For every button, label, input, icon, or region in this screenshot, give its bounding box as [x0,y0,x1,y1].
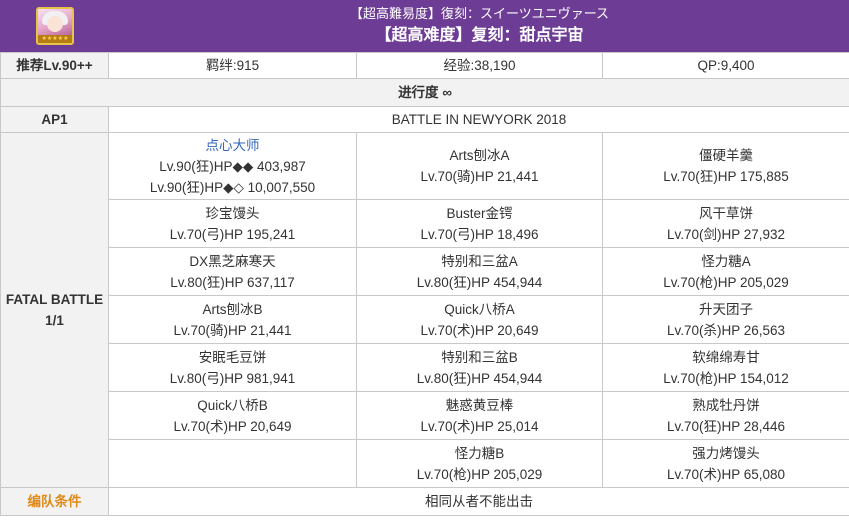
enemy-name: Arts刨冰A [449,148,510,163]
fatal-battle-title: FATAL BATTLE [5,292,104,307]
enemy-hp: Lv.70(弓)HP 18,496 [420,226,539,242]
enemy-cell: 特别和三盆A Lv.80(狂)HP 454,944 [356,247,603,296]
enemy-cell: 风干草饼 Lv.70(剑)HP 27,932 [602,199,849,248]
progress-row: 进行度 ∞ [0,78,849,107]
condition-row: 编队条件 相同从者不能出击 [0,487,849,516]
enemy-hp: Lv.80(狂)HP 454,944 [416,274,543,290]
condition-label: 编队条件 [0,487,109,516]
enemy-cell: 珍宝馒头 Lv.70(弓)HP 195,241 [108,199,357,248]
enemy-cell: 软绵绵寿甘 Lv.70(枪)HP 154,012 [602,343,849,392]
enemy-cell: Quick八桥B Lv.70(术)HP 20,649 [108,391,357,440]
ap-cost: AP1 [0,106,109,133]
enemy-name-link[interactable]: 点心大师 [109,135,356,156]
enemy-row: 怪力糖B Lv.70(枪)HP 205,029 强力烤馒头 Lv.70(术)HP… [1,439,849,488]
enemy-name: 升天团子 [699,301,753,317]
recommend-level: 推荐Lv.90++ [0,52,109,79]
reward-row: 推荐Lv.90++ 羁绊:915 经验:38,190 QP:9,400 [0,52,849,79]
battle-name: BATTLE IN NEWYORK 2018 [108,106,849,133]
enemy-cell: 点心大师 Lv.90(狂)HP◆◆ 403,987 Lv.90(狂)HP◆◇ 1… [108,132,357,200]
enemy-name: 特别和三盆A [441,253,518,269]
enemy-hp: Lv.80(狂)HP 637,117 [170,274,295,290]
enemy-hp: Lv.70(枪)HP 205,029 [663,274,789,290]
quest-page: ★★★★★ 【超高難易度】復刻：スイーツユニヴァース 【超高难度】复刻：甜点宇宙… [0,0,849,525]
exp-reward: 经验:38,190 [356,52,603,79]
enemy-hp: Lv.70(弓)HP 195,241 [169,226,296,242]
empty-enemy-cell [108,439,357,488]
enemy-name: Arts刨冰B [202,301,263,317]
enemy-cell: Buster金锷 Lv.70(弓)HP 18,496 [356,199,603,248]
quest-title-jp: 【超高難易度】復刻：スイーツユニヴァース [349,6,610,21]
progress-label: 进行度 ∞ [0,78,849,107]
quest-header: ★★★★★ 【超高難易度】復刻：スイーツユニヴァース 【超高难度】复刻：甜点宇宙 [0,0,849,53]
enemy-hp: Lv.70(术)HP 20,649 [173,418,292,434]
enemy-hp: Lv.70(术)HP 20,649 [420,322,539,338]
enemy-hp: Lv.70(术)HP 25,014 [420,418,539,434]
boss-avatar-icon[interactable]: ★★★★★ [36,7,74,45]
enemy-cell: 魅惑黄豆棒 Lv.70(术)HP 25,014 [356,391,603,440]
enemy-hp: Lv.70(骑)HP 21,441 [420,169,539,184]
enemy-row: 安眠毛豆饼 Lv.80(弓)HP 981,941 特别和三盆B Lv.80(狂)… [1,343,849,392]
enemy-cell: Arts刨冰B Lv.70(骑)HP 21,441 [108,295,357,344]
enemy-name: Buster金锷 [446,205,513,221]
enemy-cell: 强力烤馒头 Lv.70(术)HP 65,080 [602,439,849,488]
enemy-name: 熟成牡丹饼 [692,397,760,413]
enemy-cell: DX黑芝麻寒天 Lv.80(狂)HP 637,117 [108,247,357,296]
enemy-hp: Lv.70(狂)HP 28,446 [666,418,786,434]
enemy-cell: 升天团子 Lv.70(杀)HP 26,563 [602,295,849,344]
enemy-hp: Lv.80(弓)HP 981,941 [169,370,296,386]
enemy-name: 强力烤馒头 [692,445,760,461]
enemy-cell: Arts刨冰A Lv.70(骑)HP 21,441 [356,132,603,200]
enemy-cell: 怪力糖B Lv.70(枪)HP 205,029 [356,439,603,488]
enemy-cell: 特别和三盆B Lv.80(狂)HP 454,944 [356,343,603,392]
enemy-name: 珍宝馒头 [205,205,260,221]
enemy-row: DX黑芝麻寒天 Lv.80(狂)HP 637,117 特别和三盆A Lv.80(… [1,247,849,296]
enemy-row: FATAL BATTLE 1/1 点心大师 Lv.90(狂)HP◆◆ 403,9… [0,132,849,488]
enemy-name: 风干草饼 [699,205,753,221]
quest-info-table: 推荐Lv.90++ 羁绊:915 经验:38,190 QP:9,400 进行度 … [0,52,849,516]
enemy-name: 魅惑黄豆棒 [445,397,514,413]
enemy-name: 怪力糖B [454,445,505,461]
enemy-hp: Lv.70(枪)HP 205,029 [416,466,543,482]
enemy-hp: Lv.90(狂)HP◆◇ 10,007,550 [149,179,316,195]
ap-row: AP1 BATTLE IN NEWYORK 2018 [0,106,849,133]
enemy-cell: 僵硬羊羹 Lv.70(狂)HP 175,885 [602,132,849,200]
enemy-name: 软绵绵寿甘 [692,349,760,365]
enemy-hp: Lv.80(狂)HP 454,944 [416,370,543,386]
enemy-hp: Lv.70(剑)HP 27,932 [666,226,786,242]
enemy-hp: Lv.90(狂)HP◆◆ 403,987 [159,158,306,174]
fatal-battle-label: FATAL BATTLE 1/1 [0,132,109,488]
enemy-name: Quick八桥B [197,397,268,413]
enemy-row: Arts刨冰B Lv.70(骑)HP 21,441 Quick八桥A Lv.70… [1,295,849,344]
enemy-row: Quick八桥B Lv.70(术)HP 20,649 魅惑黄豆棒 Lv.70(术… [1,391,849,440]
enemy-cell: 怪力糖A Lv.70(枪)HP 205,029 [602,247,849,296]
enemy-cell: 熟成牡丹饼 Lv.70(狂)HP 28,446 [602,391,849,440]
fatal-battle-count: 1/1 [45,313,64,328]
enemy-cell: Quick八桥A Lv.70(术)HP 20,649 [356,295,603,344]
enemy-name: 安眠毛豆饼 [198,349,267,365]
enemy-name: DX黑芝麻寒天 [189,253,276,269]
enemy-hp: Lv.70(杀)HP 26,563 [666,322,786,338]
enemy-name: Quick八桥A [444,301,515,317]
enemy-name: 特别和三盆B [441,349,518,365]
enemy-hp: Lv.70(术)HP 65,080 [666,466,786,482]
enemy-cell: 安眠毛豆饼 Lv.80(弓)HP 981,941 [108,343,357,392]
enemy-row: 珍宝馒头 Lv.70(弓)HP 195,241 Buster金锷 Lv.70(弓… [1,199,849,248]
condition-value: 相同从者不能出击 [108,487,849,516]
bond-reward: 羁绊:915 [108,52,357,79]
enemy-hp: Lv.70(骑)HP 21,441 [173,322,292,338]
enemy-name: 怪力糖A [701,253,751,269]
quest-title-cn: 【超高难度】复刻：甜点宇宙 [375,27,584,44]
enemy-hp: Lv.70(狂)HP 175,885 [663,169,789,184]
enemy-hp: Lv.70(枪)HP 154,012 [663,370,789,386]
qp-reward: QP:9,400 [602,52,849,79]
enemy-name: 僵硬羊羹 [699,148,753,163]
